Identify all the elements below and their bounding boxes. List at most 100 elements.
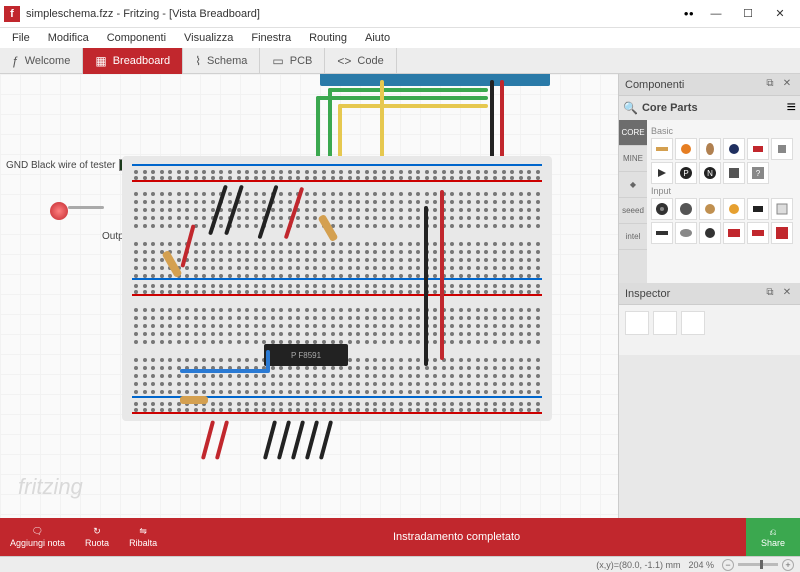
- tab-code[interactable]: <>Code: [325, 48, 396, 74]
- led-component[interactable]: [50, 202, 68, 220]
- wire-black-long[interactable]: [424, 206, 428, 366]
- tab-welcome[interactable]: ƒWelcome: [0, 48, 83, 74]
- inspector-slot-1[interactable]: [625, 311, 649, 335]
- wire-green-1[interactable]: [328, 88, 488, 92]
- part-resistor[interactable]: [651, 138, 673, 160]
- zoom-in-button[interactable]: +: [782, 559, 794, 571]
- share-icon: ⎌: [769, 527, 776, 538]
- flip-button[interactable]: ⇋Ribalta: [119, 519, 167, 555]
- welcome-icon: ƒ: [12, 54, 19, 68]
- part-led-orange[interactable]: [675, 138, 697, 160]
- breadboard-component[interactable]: [122, 156, 552, 421]
- wire-yellow-1[interactable]: [338, 104, 488, 108]
- part-slide-switch[interactable]: [651, 222, 673, 244]
- part-crystal[interactable]: [771, 138, 793, 160]
- window-overflow-icon[interactable]: ••: [684, 6, 694, 21]
- search-icon[interactable]: 🔍: [623, 101, 638, 115]
- led-lead: [68, 206, 104, 209]
- breadboard-canvas[interactable]: GND Black wire of tester Output red wire…: [0, 74, 618, 518]
- parts-grid: Basic P N ? Input: [647, 120, 800, 283]
- wire-black-b4[interactable]: [305, 420, 319, 460]
- bottom-toolbar: 🗨Aggiungi nota ↻Ruota ⇋Ribalta Instradam…: [0, 518, 800, 556]
- wire-black-b5[interactable]: [319, 420, 333, 460]
- zoom-readout: 204 %: [688, 560, 714, 570]
- part-microphone[interactable]: [699, 222, 721, 244]
- part-diode[interactable]: [651, 162, 673, 184]
- wire-blue-v[interactable]: [266, 350, 270, 372]
- close-button[interactable]: ✕: [764, 3, 796, 25]
- tab-pcb[interactable]: ▭PCB: [260, 48, 325, 74]
- tab-breadboard[interactable]: ▦Breadboard: [83, 48, 183, 74]
- status-bar: (x,y)=(80.0, -1.1) mm 204 % − +: [0, 556, 800, 572]
- pcb-icon: ▭: [272, 54, 283, 68]
- ic-chip[interactable]: P F8591: [264, 344, 348, 366]
- wire-red-long[interactable]: [440, 190, 444, 360]
- menu-edit[interactable]: Modifica: [40, 30, 97, 46]
- svg-text:?: ?: [756, 169, 761, 178]
- wire-yellow-drop2[interactable]: [380, 80, 384, 162]
- inspector-close-icon[interactable]: ✕: [780, 287, 794, 301]
- resistor-3[interactable]: [180, 396, 208, 404]
- part-photocell[interactable]: [699, 198, 721, 220]
- wire-red-b2[interactable]: [215, 420, 229, 460]
- menu-components[interactable]: Componenti: [99, 30, 174, 46]
- rotate-button[interactable]: ↻Ruota: [75, 519, 119, 555]
- part-gps[interactable]: [771, 222, 793, 244]
- menu-window[interactable]: Finestra: [243, 30, 299, 46]
- view-tabs: ƒWelcome ▦Breadboard ⌇Schema ▭PCB <>Code: [0, 48, 800, 74]
- zoom-slider[interactable]: [738, 563, 778, 566]
- part-electrolytic-cap[interactable]: [723, 138, 745, 160]
- part-transistor-n[interactable]: N: [699, 162, 721, 184]
- inspector-body: [619, 305, 800, 355]
- maximize-button[interactable]: ☐: [732, 3, 764, 25]
- part-transistor-p[interactable]: P: [675, 162, 697, 184]
- wire-red-b1[interactable]: [201, 420, 215, 460]
- inspector-slot-3[interactable]: [681, 311, 705, 335]
- wire-yellow-drop[interactable]: [338, 104, 342, 164]
- part-distance-sensor[interactable]: [747, 222, 769, 244]
- parts-tab-seeed[interactable]: seeed: [619, 198, 647, 224]
- add-note-button[interactable]: 🗨Aggiungi nota: [0, 519, 75, 555]
- components-panel-header: Componenti ⧉ ✕: [619, 74, 800, 96]
- part-accelerometer[interactable]: [723, 222, 745, 244]
- arduino-board[interactable]: [320, 74, 550, 86]
- part-potentiometer[interactable]: [651, 198, 673, 220]
- wire-blue[interactable]: [180, 369, 270, 373]
- inspector-panel-header: Inspector ⧉ ✕: [619, 283, 800, 305]
- menu-file[interactable]: File: [4, 30, 38, 46]
- wire-black-b1[interactable]: [263, 420, 277, 460]
- part-inductor[interactable]: [747, 138, 769, 160]
- part-ceramic-cap[interactable]: [699, 138, 721, 160]
- part-mosfet[interactable]: [723, 162, 745, 184]
- part-pushbutton[interactable]: [771, 198, 793, 220]
- part-thermistor[interactable]: [723, 198, 745, 220]
- inspector-slot-2[interactable]: [653, 311, 677, 335]
- svg-text:N: N: [707, 169, 713, 178]
- label-gnd-note: GND Black wire of tester: [6, 159, 131, 171]
- minimize-button[interactable]: —: [700, 3, 732, 25]
- wire-black-b3[interactable]: [291, 420, 305, 460]
- inspector-undock-icon[interactable]: ⧉: [763, 287, 777, 301]
- wire-green-drop1[interactable]: [328, 88, 332, 162]
- parts-menu-icon[interactable]: ≡: [787, 99, 796, 117]
- parts-tab-contrib[interactable]: ◆: [619, 172, 647, 198]
- zoom-out-button[interactable]: −: [722, 559, 734, 571]
- wire-black-top[interactable]: [490, 80, 494, 166]
- menu-help[interactable]: Aiuto: [357, 30, 398, 46]
- wire-black-b2[interactable]: [277, 420, 291, 460]
- panel-close-icon[interactable]: ✕: [780, 78, 794, 92]
- part-encoder[interactable]: [675, 198, 697, 220]
- part-mystery[interactable]: ?: [747, 162, 769, 184]
- wire-green-2[interactable]: [316, 96, 488, 100]
- part-tilt-switch[interactable]: [675, 222, 697, 244]
- tab-schema[interactable]: ⌇Schema: [183, 48, 260, 74]
- menu-routing[interactable]: Routing: [301, 30, 355, 46]
- parts-tab-core[interactable]: CORE: [619, 120, 647, 146]
- parts-tab-intel[interactable]: intel: [619, 224, 647, 250]
- share-button[interactable]: ⎌Share: [746, 518, 800, 556]
- part-ir-sensor[interactable]: [747, 198, 769, 220]
- panel-undock-icon[interactable]: ⧉: [763, 78, 777, 92]
- menu-view[interactable]: Visualizza: [176, 30, 241, 46]
- parts-tab-mine[interactable]: MINE: [619, 146, 647, 172]
- app-icon: f: [4, 6, 20, 22]
